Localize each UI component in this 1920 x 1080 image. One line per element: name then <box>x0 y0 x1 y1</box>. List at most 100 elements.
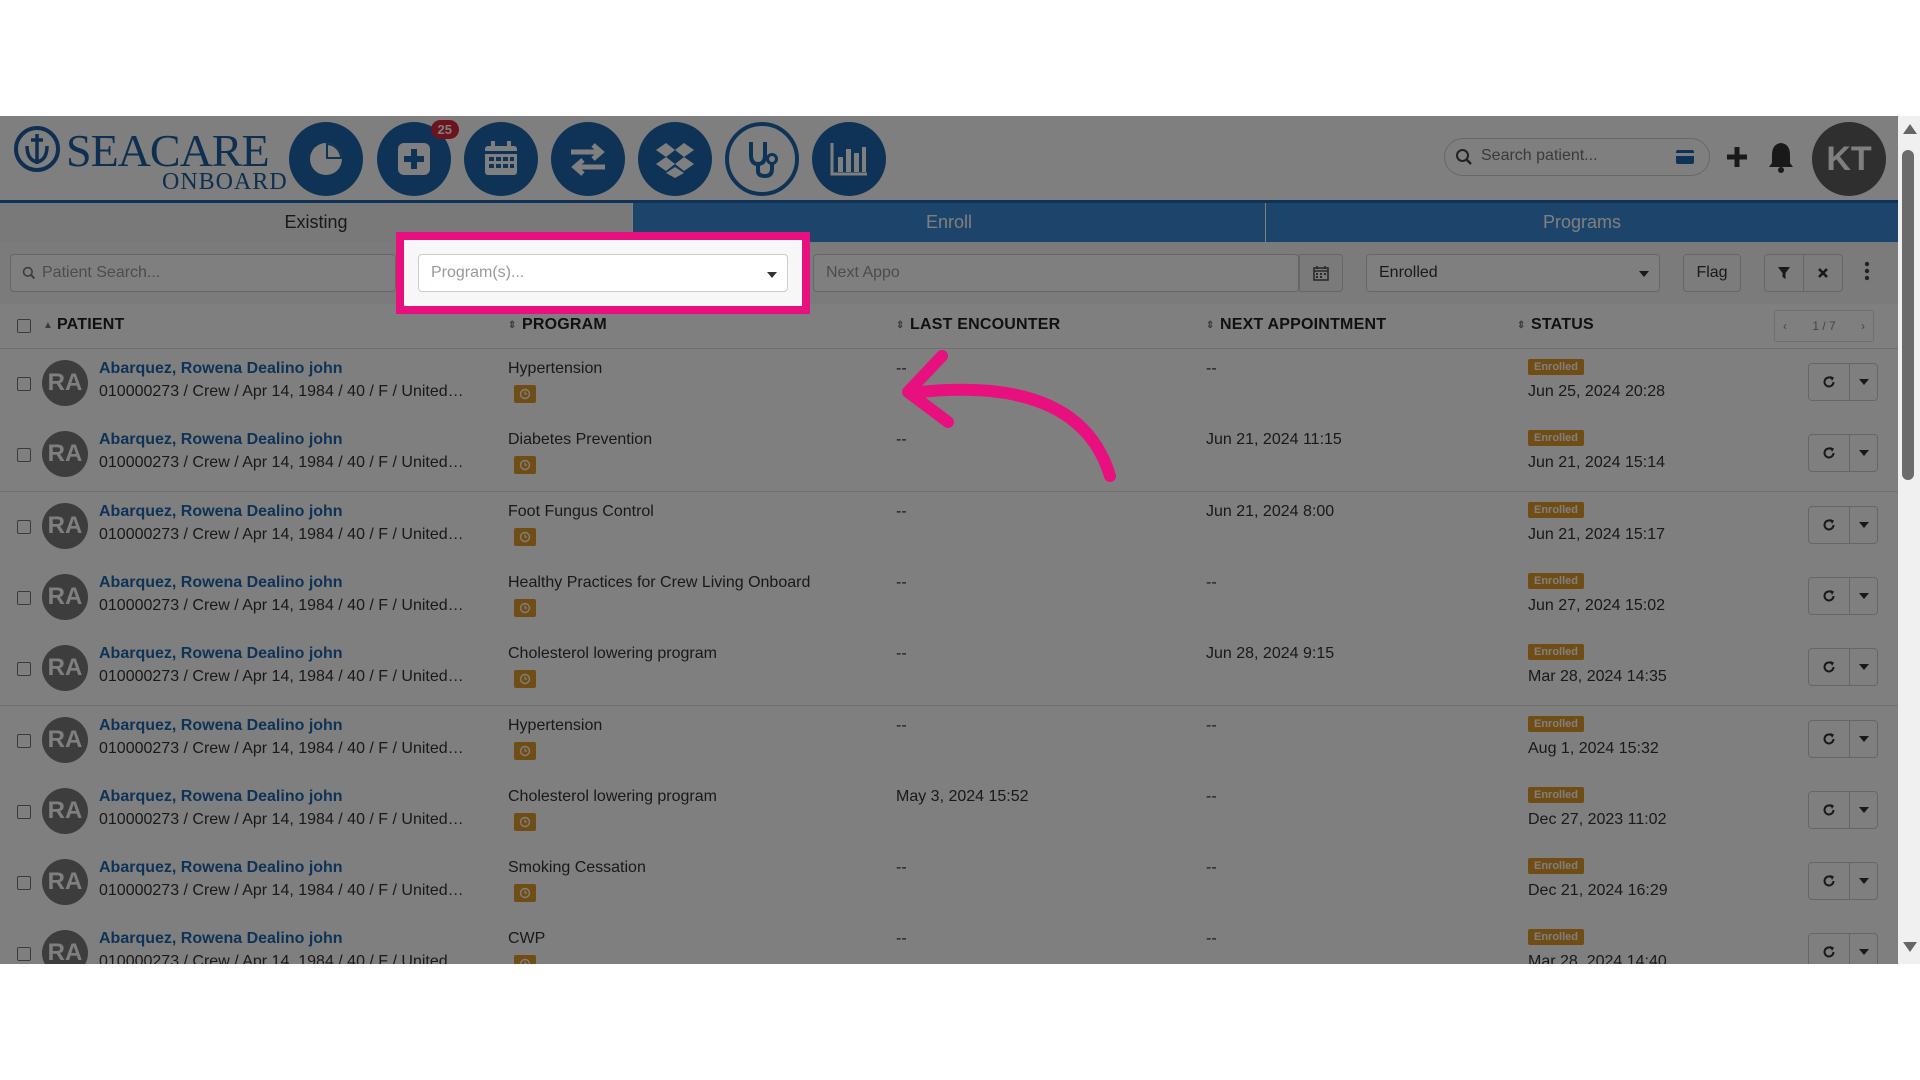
row-checkbox[interactable] <box>17 804 31 819</box>
seacare-logo[interactable]: SEACARE ONBOARD <box>14 124 287 194</box>
table-row[interactable]: RA Abarquez, Rowena Dealino john 010000273… <box>0 705 1898 778</box>
transfer-nav-button[interactable] <box>551 122 625 196</box>
refresh-icon <box>1823 875 1835 887</box>
row-menu-button[interactable] <box>1850 863 1877 899</box>
plus-icon[interactable] <box>1724 140 1750 174</box>
refresh-button[interactable] <box>1809 506 1850 543</box>
refresh-button[interactable] <box>1809 364 1850 400</box>
clock-icon <box>514 955 536 964</box>
patient-name-link[interactable]: Abarquez, Rowena Dealino john <box>99 859 343 877</box>
dropbox-nav-button[interactable] <box>638 122 712 196</box>
next-appointment: -- <box>1206 716 1217 734</box>
row-menu-button[interactable] <box>1850 649 1877 685</box>
table-row[interactable]: RA Abarquez, Rowena Dealino john 010000273… <box>0 562 1898 635</box>
kebab-icon[interactable] <box>1858 260 1876 282</box>
patient-search-filter[interactable]: Patient Search... <box>10 254 396 292</box>
refresh-button[interactable] <box>1809 791 1850 828</box>
row-checkbox[interactable] <box>17 448 31 463</box>
next-page-icon[interactable]: › <box>1861 319 1865 333</box>
prev-page-icon[interactable]: ‹ <box>1783 319 1787 333</box>
row-checkbox[interactable] <box>17 662 31 677</box>
scroll-down-icon[interactable] <box>1903 942 1917 952</box>
reports-nav-button[interactable] <box>812 122 886 196</box>
row-checkbox[interactable] <box>17 876 31 891</box>
row-menu-button[interactable] <box>1850 364 1877 400</box>
column-header-patient[interactable]: ▲ PATIENT <box>43 316 124 334</box>
table-row[interactable]: RA Abarquez, Rowena Dealino john 010000273… <box>0 776 1898 849</box>
patient-search-input[interactable] <box>1479 146 1673 166</box>
row-menu-button[interactable] <box>1850 507 1877 543</box>
row-menu-button[interactable] <box>1850 934 1877 964</box>
add-record-nav-button[interactable]: 25 <box>377 120 459 196</box>
row-checkbox[interactable] <box>17 733 31 748</box>
status-date: Mar 28, 2024 14:35 <box>1528 668 1667 686</box>
row-action-group <box>1808 576 1878 615</box>
date-picker-button[interactable] <box>1299 254 1343 292</box>
status-select[interactable]: Enrolled <box>1366 254 1660 292</box>
medical-nav-button[interactable] <box>725 122 799 196</box>
refresh-icon <box>1823 732 1835 744</box>
patient-name-link[interactable]: Abarquez, Rowena Dealino john <box>99 431 343 449</box>
select-all-checkbox[interactable] <box>17 319 31 333</box>
tab-programs[interactable]: Programs <box>1265 203 1898 242</box>
row-menu-button[interactable] <box>1850 578 1877 614</box>
calendar-nav-button[interactable] <box>464 122 538 196</box>
refresh-button[interactable] <box>1809 863 1850 900</box>
refresh-button[interactable] <box>1809 720 1850 757</box>
row-checkbox[interactable] <box>17 377 31 391</box>
scroll-up-icon[interactable] <box>1903 124 1917 134</box>
row-checkbox[interactable] <box>17 590 31 605</box>
next-appointment-filter[interactable]: Next Appo <box>813 254 1299 292</box>
row-menu-button[interactable] <box>1850 435 1877 471</box>
column-header-next-appointment[interactable]: ⇕ NEXT APPOINTMENT <box>1206 316 1386 334</box>
column-header-program[interactable]: ⇕ PROGRAM <box>508 316 607 334</box>
patient-name-link[interactable]: Abarquez, Rowena Dealino john <box>99 574 343 592</box>
search-icon <box>1456 149 1472 165</box>
patient-name-link[interactable]: Abarquez, Rowena Dealino john <box>99 788 343 806</box>
clear-filter-button[interactable] <box>1803 254 1843 292</box>
table-row[interactable]: RA Abarquez, Rowena Dealino john 010000273… <box>0 919 1898 964</box>
patient-name-link[interactable]: Abarquez, Rowena Dealino john <box>99 717 343 735</box>
refresh-button[interactable] <box>1809 435 1850 472</box>
patient-name-link[interactable]: Abarquez, Rowena Dealino john <box>99 930 343 948</box>
column-header-last-encounter[interactable]: ⇕ LAST ENCOUNTER <box>896 316 1060 334</box>
status-date: Dec 27, 2023 11:02 <box>1528 810 1667 828</box>
patient-search-box[interactable] <box>1444 138 1710 176</box>
row-menu-button[interactable] <box>1850 721 1877 757</box>
user-avatar[interactable]: KT <box>1812 122 1886 196</box>
clock-icon <box>514 598 536 617</box>
flag-button[interactable]: Flag <box>1683 254 1741 292</box>
row-checkbox[interactable] <box>17 947 31 962</box>
patient-avatar: RA <box>42 360 88 406</box>
program-select[interactable]: Program(s)... <box>418 254 788 292</box>
row-checkbox[interactable] <box>17 519 31 534</box>
filter-button[interactable] <box>1764 254 1804 292</box>
dashboard-pie-icon <box>310 143 342 175</box>
table-row[interactable]: RA Abarquez, Rowena Dealino john 010000273… <box>0 634 1898 707</box>
patient-avatar: RA <box>42 431 88 478</box>
calendar-icon <box>485 141 517 175</box>
patient-name-link[interactable]: Abarquez, Rowena Dealino john <box>99 360 343 378</box>
row-menu-button[interactable] <box>1850 792 1877 828</box>
row-action-group <box>1808 790 1878 829</box>
clock-icon <box>514 812 536 831</box>
column-header-status[interactable]: ⇕ STATUS <box>1517 316 1594 334</box>
caret-down-icon <box>1858 735 1869 742</box>
patient-name-link[interactable]: Abarquez, Rowena Dealino john <box>99 503 343 521</box>
sort-icon: ⇕ <box>1206 320 1215 331</box>
status-badge: Enrolled <box>1528 572 1585 589</box>
refresh-button[interactable] <box>1809 934 1850 964</box>
bell-icon[interactable] <box>1766 140 1796 174</box>
vertical-scrollbar[interactable] <box>1898 116 1920 964</box>
row-action-group <box>1808 434 1878 473</box>
table-row[interactable]: RA Abarquez, Rowena Dealino john 010000273… <box>0 491 1898 564</box>
last-encounter: -- <box>896 930 907 948</box>
scroll-thumb[interactable] <box>1902 150 1914 480</box>
refresh-button[interactable] <box>1809 577 1850 614</box>
dashboard-nav-button[interactable] <box>289 122 363 196</box>
card-icon[interactable] <box>1675 149 1695 165</box>
patient-name-link[interactable]: Abarquez, Rowena Dealino john <box>99 645 343 663</box>
patient-search-placeholder: Patient Search... <box>42 264 161 281</box>
table-row[interactable]: RA Abarquez, Rowena Dealino john 010000273… <box>0 848 1898 921</box>
refresh-button[interactable] <box>1809 649 1850 686</box>
